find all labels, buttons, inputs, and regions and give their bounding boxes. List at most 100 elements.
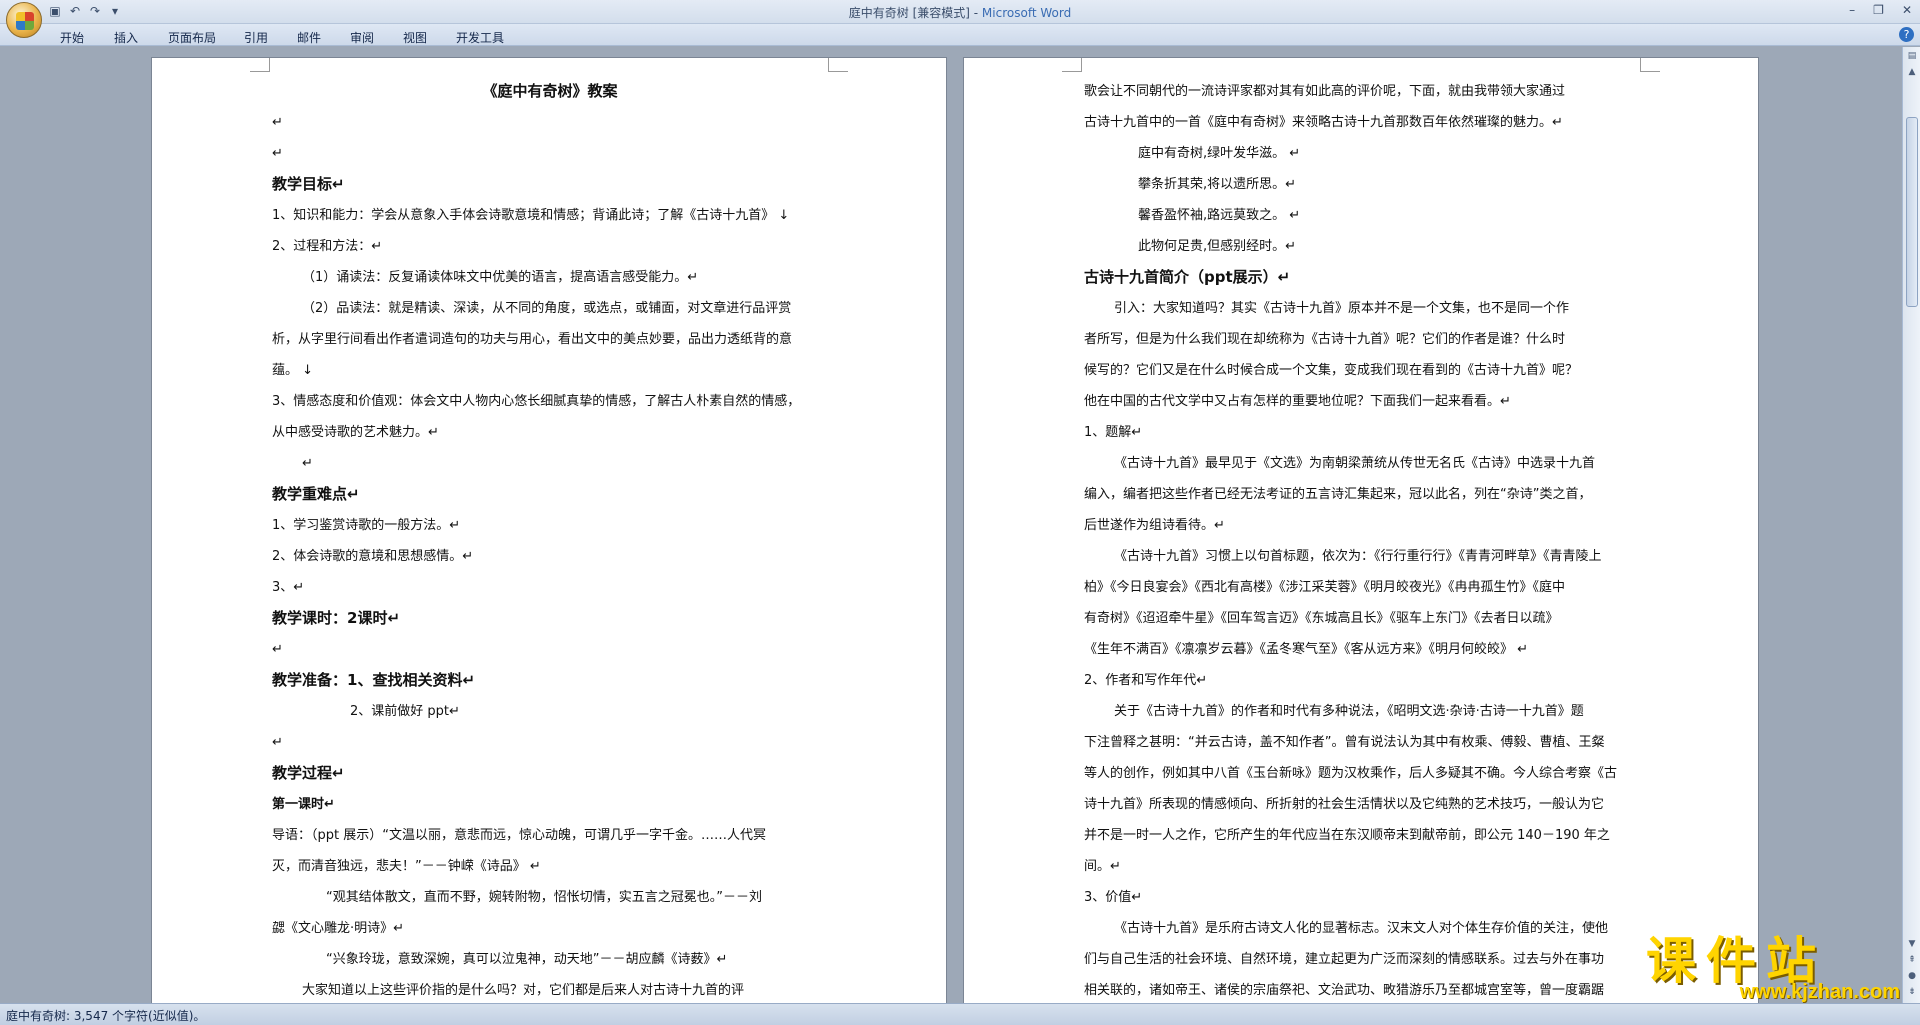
text-line: “兴象玲珑，意致深婉，真可以泣鬼神，动天地”－－胡应麟《诗薮》↵ xyxy=(326,952,728,967)
watermark-logo: 课件站 www.kjzhan.com xyxy=(1646,933,1906,1003)
text-line: 勰《文心雕龙·明诗》↵ xyxy=(272,921,405,936)
text-line: 后世遂作为组诗看待。↵ xyxy=(1084,518,1225,533)
window-controls: – ❐ ✕ xyxy=(1849,3,1912,17)
ruler-toggle-icon[interactable]: ▤ xyxy=(1905,49,1919,63)
text-line: 1、题解↵ xyxy=(1084,425,1143,440)
text-line: 古诗十九首中的一首《庭中有奇树》来领略古诗十九首那数百年依然璀璨的魅力。↵ xyxy=(1084,115,1563,130)
margin-mark xyxy=(250,58,270,72)
tab-view[interactable]: 视图 xyxy=(403,29,427,46)
text-line: 1、知识和能力：学会从意象入手体会诗歌意境和情感；背诵此诗；了解《古诗十九首》 … xyxy=(272,208,790,223)
page-2[interactable]: 歌会让不同朝代的一流诗评家都对其有如此高的评价呢，下面，就由我带领大家通过 古诗十… xyxy=(963,57,1759,1003)
vertical-scrollbar[interactable]: ▤ ▲ ▼ ⇞ ● ⇟ xyxy=(1902,47,1920,1003)
tab-page-layout[interactable]: 页面布局 xyxy=(168,29,216,46)
tab-review[interactable]: 审阅 xyxy=(350,29,374,46)
select-browse-object-icon[interactable]: ● xyxy=(1905,969,1919,983)
tab-mailings[interactable]: 邮件 xyxy=(297,29,321,46)
text-line: 相关联的，诸如帝王、诸侯的宗庙祭祀、文治武功、畋猎游乐乃至都城宫室等，曾一度霸踞 xyxy=(1084,983,1605,998)
text-line: 《古诗十九首》是乐府古诗文人化的显著标志。汉末文人对个体生存价值的关注，使他 xyxy=(1114,921,1609,936)
text-line: （2）品读法：就是精读、深读，从不同的角度，或选点，或铺面，对文章进行品评赏 xyxy=(302,301,792,316)
page-1-text[interactable]: 《庭中有奇树》教案 ↵ ↵ 教学目标↵ 1、知识和能力：学会从意象入手体会诗歌意境和情感… xyxy=(272,76,828,1003)
text-line: 柏》《今日良宴会》《西北有高楼》《涉江采芙蓉》《明月皎夜光》《冉冉孤生竹》《庭中 xyxy=(1084,580,1566,595)
text-line: 2、体会诗歌的意境和思想感情。↵ xyxy=(272,549,474,564)
text-line: 2、过程和方法：↵ xyxy=(272,239,383,254)
text-line: （1）诵读法：反复诵读体味文中优美的语言，提高语言感受能力。↵ xyxy=(302,270,699,285)
text-line: 教学准备：1、查找相关资料↵ xyxy=(272,671,476,689)
document-title: 庭中有奇树 [兼容模式] - xyxy=(848,6,982,20)
scroll-down-icon[interactable]: ▼ xyxy=(1905,937,1919,951)
text-line: 教学重难点↵ xyxy=(272,485,360,503)
text-line: ↵ xyxy=(302,456,313,471)
text-line: ↵ xyxy=(272,146,283,161)
text-line: 《生年不满百》《凛凛岁云暮》《孟冬寒气至》《客从远方来》《明月何皎皎》 ↵ xyxy=(1084,642,1529,657)
office-logo-icon xyxy=(16,12,34,30)
text-line: 下注曾释之甚明：“并云古诗，盖不知作者”。曾有说法认为其中有枚乘、傅毅、曹植、王… xyxy=(1084,735,1605,750)
text-line: “观其结体散文，直而不野，婉转附物，怊怅切情，实五言之冠冕也。”－－刘 xyxy=(326,890,762,905)
page-1[interactable]: 《庭中有奇树》教案 ↵ ↵ 教学目标↵ 1、知识和能力：学会从意象入手体会诗歌意境和情感… xyxy=(151,57,947,1003)
text-line: 馨香盈怀袖,路远莫致之。 ↵ xyxy=(1138,208,1301,223)
app-name: Microsoft Word xyxy=(981,6,1072,20)
scroll-up-icon[interactable]: ▲ xyxy=(1905,65,1919,79)
status-bar: 庭中有奇树: 3,547 个字符(近似值)。 xyxy=(0,1003,1920,1025)
text-line: 2、课前做好 ppt↵ xyxy=(350,704,460,719)
text-line: 诗十九首》所表现的情感倾向、所折射的社会生活情状以及它纯熟的艺术技巧，一般认为它 xyxy=(1084,797,1605,812)
text-line: 引入：大家知道吗？其实《古诗十九首》原本并不是一个文集，也不是同一个作 xyxy=(1114,301,1570,316)
text-line: 此物何足贵,但感别经时。↵ xyxy=(1138,239,1297,254)
text-line: 蕴。 ↓ xyxy=(272,363,314,378)
text-line: 教学目标↵ xyxy=(272,175,345,193)
tab-developer[interactable]: 开发工具 xyxy=(456,29,504,46)
text-line: 教学课时：2课时↵ xyxy=(272,609,401,627)
previous-page-icon[interactable]: ⇞ xyxy=(1905,953,1919,967)
text-line: 析，从字里行间看出作者遣词造句的功夫与用心，看出文中的美点妙要，品出力透纸背的意 xyxy=(272,332,793,347)
window-title: 庭中有奇树 [兼容模式] - Microsoft Word xyxy=(0,4,1920,21)
text-line: 攀条折其荣,将以遗所思。↵ xyxy=(1138,177,1297,192)
minimize-icon[interactable]: – xyxy=(1849,3,1855,17)
text-line: 灭，而清音独远，悲夫！”－－钟嵘《诗品》 ↵ xyxy=(272,859,541,874)
ribbon-tabs: 开始 插入 页面布局 引用 邮件 审阅 视图 开发工具 ? xyxy=(0,24,1920,46)
text-line: ↵ xyxy=(272,115,283,130)
text-line: 教学过程↵ xyxy=(272,764,345,782)
tab-references[interactable]: 引用 xyxy=(244,29,268,46)
text-line: 3、价值↵ xyxy=(1084,890,1143,905)
text-line: 等人的创作，例如其中八首《玉台新咏》题为汉枚乘作，后人多疑其不确。今人综合考察《… xyxy=(1084,766,1618,781)
text-line: 古诗十九首简介（ppt展示）↵ xyxy=(1084,268,1291,286)
text-line: 庭中有奇树,绿叶发华滋。 ↵ xyxy=(1138,146,1301,161)
text-line: 者所写，但是为什么我们现在却统称为《古诗十九首》呢？它们的作者是谁？什么时 xyxy=(1084,332,1566,347)
margin-mark xyxy=(1640,58,1660,72)
tab-home[interactable]: 开始 xyxy=(60,29,84,46)
text-line: 第一课时↵ xyxy=(272,797,335,812)
text-line: 间。↵ xyxy=(1084,859,1121,874)
text-line: 关于《古诗十九首》的作者和时代有多种说法，《昭明文选·杂诗·古诗一十九首》题 xyxy=(1114,704,1584,719)
text-line: 《庭中有奇树》教案 xyxy=(482,82,618,100)
text-line: 3、↵ xyxy=(272,580,305,595)
text-line: 大家知道以上这些评价指的是什么吗？对，它们都是后来人对古诗十九首的评 xyxy=(302,983,745,998)
word-count-status[interactable]: 庭中有奇树: 3,547 个字符(近似值)。 xyxy=(6,1007,205,1024)
document-area[interactable]: 《庭中有奇树》教案 ↵ ↵ 教学目标↵ 1、知识和能力：学会从意象入手体会诗歌意境和情感… xyxy=(0,47,1902,1003)
text-line: 并不是一时一人之作，它所产生的年代应当在东汉顺帝末到献帝前，即公元 140－19… xyxy=(1084,828,1610,843)
text-line: 们与自己生活的社会环境、自然环境，建立起更为广泛而深刻的情感联系。过去与外在事功 xyxy=(1084,952,1605,967)
title-bar: ▣ ↶ ↷ ▾ 庭中有奇树 [兼容模式] - Microsoft Word – … xyxy=(0,0,1920,38)
next-page-icon[interactable]: ⇟ xyxy=(1905,985,1919,999)
text-line: 《古诗十九首》最早见于《文选》为南朝梁萧统从传世无名氏《古诗》中选录十九首 xyxy=(1114,456,1596,471)
text-line: 他在中国的古代文学中又占有怎样的重要地位呢？下面我们一起来看看。↵ xyxy=(1084,394,1511,409)
text-line: 有奇树》《迢迢牵牛星》《回车驾言迈》《东城高且长》《驱车上东门》《去者日以疏》 xyxy=(1084,611,1559,626)
text-line: 编入，编者把这些作者已经无法考证的五言诗汇集起来，冠以此名，列在“杂诗”类之首， xyxy=(1084,487,1592,502)
tab-insert[interactable]: 插入 xyxy=(114,29,138,46)
text-line: 从中感受诗歌的艺术魅力。↵ xyxy=(272,425,439,440)
scroll-thumb[interactable] xyxy=(1906,117,1918,307)
text-line: 3、情感态度和价值观：体会文中人物内心悠长细腻真挚的情感，了解古人朴素自然的情感… xyxy=(272,394,801,409)
text-line: ↵ xyxy=(272,642,283,657)
office-button[interactable] xyxy=(6,2,42,38)
text-line: ↵ xyxy=(272,735,283,750)
close-icon[interactable]: ✕ xyxy=(1902,3,1912,17)
text-line: 2、作者和写作年代↵ xyxy=(1084,673,1208,688)
help-icon[interactable]: ? xyxy=(1899,27,1914,42)
restore-icon[interactable]: ❐ xyxy=(1873,3,1884,17)
text-line: 《古诗十九首》习惯上以句首标题，依次为：《行行重行行》《青青河畔草》《青青陵上 xyxy=(1114,549,1602,564)
margin-mark xyxy=(1062,58,1082,72)
text-line: 候写的？它们又是在什么时候合成一个文集，变成我们现在看到的《古诗十九首》呢？ xyxy=(1084,363,1579,378)
text-line: 导语：（ppt 展示）“文温以丽，意悲而远，惊心动魄，可谓几乎一字千金。……人代… xyxy=(272,828,766,843)
page-2-text[interactable]: 歌会让不同朝代的一流诗评家都对其有如此高的评价呢，下面，就由我带领大家通过 古诗十… xyxy=(1084,76,1640,1003)
text-line: 1、学习鉴赏诗歌的一般方法。↵ xyxy=(272,518,461,533)
text-line: 歌会让不同朝代的一流诗评家都对其有如此高的评价呢，下面，就由我带领大家通过 xyxy=(1084,84,1566,99)
margin-mark xyxy=(828,58,848,72)
